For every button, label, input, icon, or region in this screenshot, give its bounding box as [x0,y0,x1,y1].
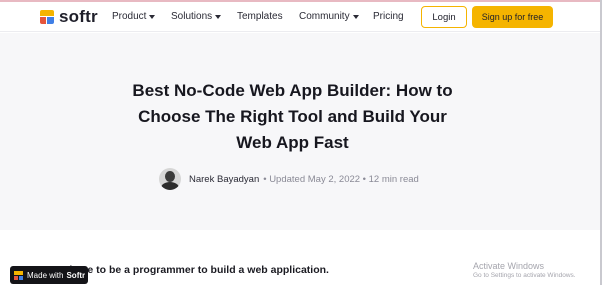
article-hero: Best No-Code Web App Builder: How to Cho… [0,33,600,230]
nav-item-label: Templates [237,11,283,22]
softr-logo-icon [40,10,54,24]
made-with-softr-badge[interactable]: Made with Softr [10,266,88,284]
nav-item-label: Community [299,11,350,22]
article-intro: ’t have to be a programmer to build a we… [60,264,329,276]
author-name[interactable]: Narek Bayadyan [189,174,259,185]
nav-item-solutions[interactable]: Solutions [171,11,222,22]
article-byline: Narek Bayadyan • Updated May 2, 2022 • 1… [159,168,419,190]
nav-item-label: Solutions [171,11,213,22]
caret-down-icon [352,14,359,19]
badge-prefix: Made with [27,270,64,280]
activate-windows-watermark: Activate Windows Go to Settings to activ… [473,261,576,279]
login-button[interactable]: Login [421,6,467,28]
softr-logo[interactable]: softr [40,7,98,26]
site-header: softr Product Solutions Templates Commun… [0,2,600,32]
watermark-title: Activate Windows [473,261,545,271]
author-avatar[interactable] [159,168,181,190]
badge-brand: Softr [66,270,86,280]
article-meta: • Updated May 2, 2022 • 12 min read [263,173,419,185]
nav-item-label: Pricing [373,11,404,22]
article-title: Best No-Code Web App Builder: How to Cho… [132,81,453,152]
brand-name: softr [59,7,98,26]
caret-down-icon [215,14,222,19]
softr-badge-icon [14,270,23,280]
nav-item-community[interactable]: Community [299,11,359,22]
caret-down-icon [149,14,156,19]
nav-item-pricing[interactable]: Pricing [373,11,404,22]
signup-button[interactable]: Sign up for free [472,6,553,28]
nav-item-product[interactable]: Product [112,11,156,22]
watermark-subtitle: Go to Settings to activate Windows. [473,272,576,279]
nav-item-templates[interactable]: Templates [237,11,283,22]
nav-item-label: Product [112,11,147,22]
